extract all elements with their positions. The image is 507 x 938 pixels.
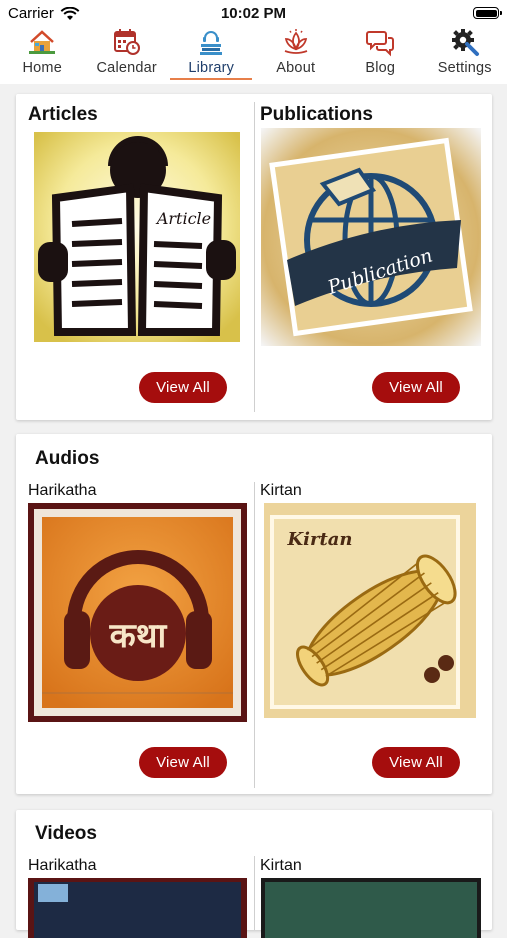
home-icon [29, 30, 56, 54]
kirtan-image-caption: Kirtan [286, 529, 352, 550]
videos-card: Videos Harikatha Kirtan [16, 810, 492, 938]
audios-harikatha-label: Harikatha [28, 482, 97, 499]
tab-library-label: Library [188, 60, 235, 76]
tab-settings-label: Settings [437, 60, 492, 76]
audios-kirtan-image[interactable]: Kirtan [264, 503, 476, 718]
video-thumbnail-image [261, 878, 481, 938]
videos-harikatha-label: Harikatha [28, 857, 97, 874]
card-divider [254, 856, 255, 930]
kirtan-audio-view-all-button[interactable]: View All [372, 747, 460, 778]
mridanga-drum-image: Kirtan [264, 503, 476, 718]
audios-card: Audios Harikatha कथा View All Kirtan Kir… [16, 434, 492, 794]
articles-publications-card: Articles Article View All Publications P… [16, 94, 492, 420]
card-divider [254, 482, 255, 788]
videos-harikatha-image[interactable] [28, 878, 247, 938]
videos-title: Videos [35, 823, 97, 844]
video-thumbnail-image [28, 878, 247, 938]
tab-calendar-label: Calendar [96, 60, 157, 76]
publications-title: Publications [260, 104, 373, 125]
tab-about[interactable]: About [254, 26, 338, 84]
videos-kirtan-image[interactable] [261, 878, 481, 938]
status-bar: Carrier 10:02 PM [0, 0, 507, 26]
tab-calendar[interactable]: Calendar [85, 26, 169, 84]
library-icon [200, 31, 223, 55]
tab-blog-label: Blog [365, 60, 396, 76]
harikatha-audio-view-all-button[interactable]: View All [139, 747, 227, 778]
newspaper-reader-image: Article [34, 132, 240, 342]
clock: 10:02 PM [220, 5, 287, 22]
audios-kirtan-label: Kirtan [260, 482, 302, 499]
tab-settings[interactable]: Settings [423, 26, 507, 84]
publications-image[interactable]: Publication [261, 128, 481, 346]
tab-home[interactable]: Home [0, 26, 84, 84]
tab-library[interactable]: Library [169, 26, 253, 84]
tab-home-label: Home [22, 60, 62, 76]
gear-icon [451, 29, 479, 56]
tab-blog[interactable]: Blog [338, 26, 422, 84]
articles-view-all-button[interactable]: View All [139, 372, 227, 403]
audios-harikatha-image[interactable]: कथा [28, 503, 247, 722]
globe-publication-image: Publication [261, 128, 481, 346]
tab-about-label: About [276, 60, 316, 76]
tab-bar: Home Calendar Library About Blog Setting… [0, 26, 507, 84]
battery-icon [473, 7, 502, 19]
publications-view-all-button[interactable]: View All [372, 372, 460, 403]
videos-kirtan-label: Kirtan [260, 857, 302, 874]
article-image-caption: Article [155, 209, 211, 228]
audios-title: Audios [35, 448, 100, 469]
headphones-katha-image: कथा [28, 503, 247, 722]
articles-title: Articles [28, 104, 98, 125]
lotus-icon [284, 29, 308, 54]
chat-bubbles-icon [366, 31, 395, 57]
katha-image-caption: कथा [109, 616, 168, 656]
card-divider [254, 102, 255, 412]
calendar-icon [113, 29, 140, 55]
articles-image[interactable]: Article [34, 132, 240, 342]
